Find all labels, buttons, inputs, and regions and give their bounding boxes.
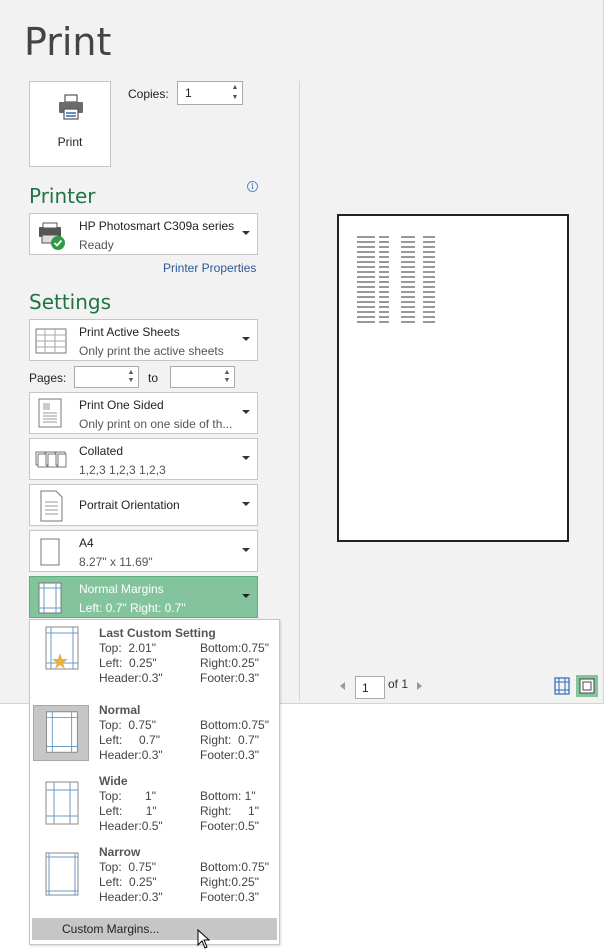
spin-up-icon[interactable]: ▲ <box>230 83 240 93</box>
printer-dropdown[interactable]: HP Photosmart C309a series Ready <box>29 213 258 255</box>
print-what-desc: Only print the active sheets <box>79 344 224 358</box>
margins-menu: Last Custom Setting Top: 2.01" Left: 0.2… <box>29 619 280 945</box>
print-preview <box>337 214 569 542</box>
print-what-label: Print Active Sheets <box>79 325 180 339</box>
margins-label: Normal Margins <box>79 582 164 596</box>
next-page-icon[interactable] <box>417 682 422 690</box>
margin-option-values-right: Bottom: 1" Right: 1" Footer:0.5" <box>200 789 259 833</box>
margin-option-name: Last Custom Setting <box>99 626 216 640</box>
printer-ready-icon <box>39 222 65 250</box>
sided-dropdown[interactable]: Print One Sided Only print on one side o… <box>29 392 258 434</box>
margin-option-values-right: Bottom:0.75" Right:0.25" Footer:0.3" <box>200 860 269 904</box>
portrait-icon <box>40 490 63 522</box>
paper-size-label: A4 <box>79 536 94 550</box>
pages-to-label: to <box>148 371 159 385</box>
sided-desc: Only print on one side of th... <box>79 417 233 431</box>
margin-option-values-left: Top: 0.75" Left: 0.25" Header:0.3" <box>99 860 163 904</box>
settings-heading: Settings <box>29 290 112 314</box>
margin-option-values-right: Bottom:0.75" Right:0.25" Footer:0.3" <box>200 641 269 685</box>
chevron-down-icon <box>242 337 250 341</box>
chevron-down-icon <box>242 410 250 414</box>
backstage-panel: Print Print Copies: 1 ▲ ▼ Printer i HP P… <box>0 0 604 704</box>
divider <box>299 81 300 701</box>
collated-icon <box>35 451 67 468</box>
spin-down-icon[interactable]: ▼ <box>126 376 136 386</box>
margin-option-name: Wide <box>99 774 128 788</box>
printer-properties-link[interactable]: Printer Properties <box>163 261 256 275</box>
copies-value: 1 <box>185 86 192 100</box>
margin-option-name: Narrow <box>99 845 141 859</box>
print-what-dropdown[interactable]: Print Active Sheets Only print the activ… <box>29 319 258 361</box>
margins-icon <box>45 781 79 825</box>
margin-option-values-left: Top: 1" Left: 1" Header:0.5" <box>99 789 163 833</box>
copies-label: Copies: <box>128 87 169 101</box>
printer-heading: Printer <box>29 184 96 208</box>
sheets-icon <box>35 328 67 354</box>
paper-size-dropdown[interactable]: A4 8.27" x 11.69" <box>29 530 258 572</box>
chevron-down-icon <box>242 594 250 598</box>
print-button-label: Print <box>57 135 83 149</box>
pages-from-input[interactable]: ▲ ▼ <box>74 366 139 388</box>
margins-icon <box>38 582 62 614</box>
spin-down-icon[interactable]: ▼ <box>230 93 240 103</box>
page-number: 1 <box>362 681 369 695</box>
paper-size-desc: 8.27" x 11.69" <box>79 555 153 569</box>
prev-page-icon[interactable] <box>340 682 345 690</box>
margin-option-last-custom[interactable]: Last Custom Setting Top: 2.01" Left: 0.2… <box>30 620 279 690</box>
margin-option-narrow[interactable]: Narrow Top: 0.75" Left: 0.25" Header:0.3… <box>30 840 279 910</box>
printer-status: Ready <box>79 238 114 252</box>
one-sided-icon <box>38 398 62 428</box>
custom-margins-item[interactable]: Custom Margins... <box>32 918 277 940</box>
star-icon <box>52 653 68 669</box>
margins-icon <box>33 705 89 761</box>
chevron-down-icon <box>242 548 250 552</box>
margins-dropdown[interactable]: Normal Margins Left: 0.7" Right: 0.7" <box>29 576 258 618</box>
pages-label: Pages: <box>29 371 67 385</box>
printer-icon <box>59 94 83 120</box>
chevron-down-icon <box>242 456 250 460</box>
print-button[interactable]: Print <box>29 81 111 167</box>
margins-desc: Left: 0.7" Right: 0.7" <box>79 601 186 615</box>
custom-margins-label: Custom Margins... <box>62 922 160 936</box>
show-margins-icon[interactable] <box>551 675 573 697</box>
collated-desc: 1,2,3 1,2,3 1,2,3 <box>79 463 166 477</box>
cursor-icon <box>197 929 211 949</box>
page-count: of 1 <box>388 677 409 691</box>
chevron-down-icon <box>242 502 250 506</box>
chevron-down-icon <box>242 231 250 235</box>
zoom-page-icon[interactable] <box>576 675 598 697</box>
collated-label: Collated <box>79 444 124 458</box>
sided-label: Print One Sided <box>79 398 164 412</box>
orientation-label: Portrait Orientation <box>79 498 180 512</box>
spin-down-icon[interactable]: ▼ <box>222 376 232 386</box>
page-title: Print <box>24 20 112 64</box>
margin-option-values-left: Top: 0.75" Left: 0.7" Header:0.3" <box>99 718 163 762</box>
margins-icon <box>45 852 79 896</box>
paper-icon <box>40 538 60 566</box>
collated-dropdown[interactable]: Collated 1,2,3 1,2,3 1,2,3 <box>29 438 258 480</box>
page-number-input[interactable]: 1 <box>355 676 385 699</box>
pages-to-input[interactable]: ▲ ▼ <box>170 366 235 388</box>
margin-option-normal[interactable]: Normal Top: 0.75" Left: 0.7" Header:0.3"… <box>30 698 279 768</box>
copies-input[interactable]: 1 ▲ ▼ <box>177 81 243 105</box>
margin-option-values-right: Bottom:0.75" Right: 0.7" Footer:0.3" <box>200 718 269 762</box>
margin-option-name: Normal <box>99 703 141 717</box>
margin-option-wide[interactable]: Wide Top: 1" Left: 1" Header:0.5" Bottom… <box>30 769 279 839</box>
printer-name: HP Photosmart C309a series <box>79 219 235 233</box>
orientation-dropdown[interactable]: Portrait Orientation <box>29 484 258 526</box>
info-icon[interactable]: i <box>247 181 258 192</box>
margin-option-values-left: Top: 2.01" Left: 0.25" Header:0.3" <box>99 641 163 685</box>
